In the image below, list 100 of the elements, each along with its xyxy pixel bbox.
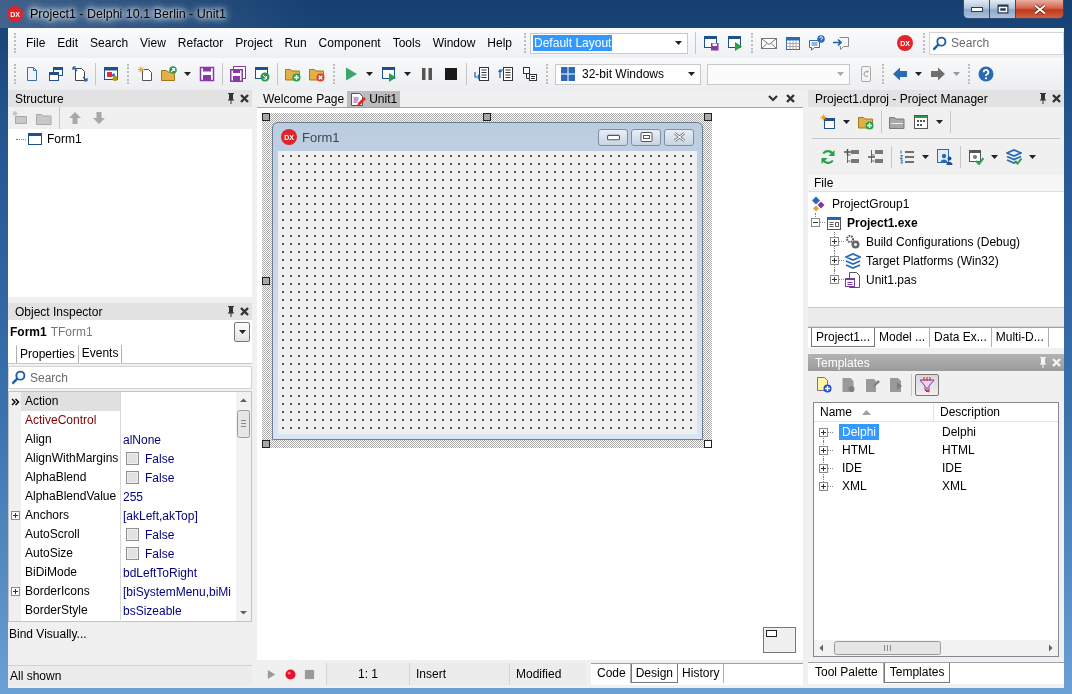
circular-arrows-icon[interactable]: [820, 148, 836, 165]
window-thumbnail-icon[interactable]: [763, 627, 796, 653]
property-name[interactable]: AutoScroll: [21, 525, 121, 544]
minimize-button[interactable]: [598, 128, 628, 146]
template-name[interactable]: XML: [839, 478, 870, 494]
expand-icon[interactable]: [10, 587, 20, 596]
checkbox[interactable]: [126, 452, 139, 465]
property-value[interactable]: alNone: [123, 432, 162, 447]
property-name[interactable]: AutoSize: [21, 544, 121, 563]
tab[interactable]: Tool Palette: [810, 663, 884, 683]
caret-icon[interactable]: [184, 72, 191, 76]
menu-item[interactable]: Tools: [386, 33, 427, 53]
tab[interactable]: Model ...: [875, 328, 931, 347]
pin-icon[interactable]: [227, 93, 235, 104]
tree-item[interactable]: Target Platforms (Win32): [866, 253, 999, 268]
caret-icon[interactable]: [936, 119, 943, 124]
maximize-button[interactable]: [631, 128, 661, 146]
property-value[interactable]: False: [145, 527, 175, 542]
left-arrow-icon[interactable]: [892, 66, 908, 82]
search-field[interactable]: Search: [929, 31, 1064, 55]
collapse-icon[interactable]: [811, 218, 826, 227]
pause-icon[interactable]: [419, 66, 435, 82]
expand-icon[interactable]: [830, 275, 845, 284]
play-icon[interactable]: [343, 66, 359, 82]
selection-handle-icon[interactable]: [262, 277, 270, 285]
template-name[interactable]: IDE: [839, 460, 865, 476]
checkbox[interactable]: [126, 471, 139, 484]
tree-item[interactable]: ProjectGroup1: [832, 196, 910, 211]
selection-handle-icon[interactable]: [483, 113, 491, 121]
floppies-icon[interactable]: [230, 66, 246, 82]
column-header[interactable]: File: [808, 175, 1064, 192]
property-name[interactable]: BiDiMode: [21, 563, 121, 582]
caret-icon[interactable]: [688, 72, 695, 76]
window-check-icon[interactable]: [968, 148, 984, 165]
mail-icon[interactable]: [761, 35, 778, 51]
tree-item[interactable]: Unit1.pas: [866, 272, 917, 287]
expand-icon[interactable]: [830, 237, 845, 246]
folder-plus-icon[interactable]: [285, 66, 301, 82]
windows-icon[interactable]: [48, 66, 64, 82]
user-card-icon[interactable]: [937, 148, 953, 165]
filter-button[interactable]: [915, 373, 939, 396]
expand-icon[interactable]: [819, 463, 834, 473]
calendar-icon[interactable]: [785, 35, 802, 51]
right-arrow-icon[interactable]: [930, 66, 946, 82]
tab[interactable]: Welcome Page: [260, 90, 348, 107]
property-name[interactable]: AlignWithMargins: [21, 449, 121, 468]
chat-question-icon[interactable]: [809, 35, 826, 51]
caret-icon[interactable]: [366, 72, 373, 76]
stop-icon[interactable]: [443, 66, 459, 82]
property-value[interactable]: bsSizeable: [123, 603, 182, 618]
tab[interactable]: Events: [78, 345, 123, 363]
search-field[interactable]: Search: [8, 366, 252, 389]
page-minus-icon[interactable]: [840, 376, 856, 393]
menu-item[interactable]: Help: [481, 33, 519, 53]
window-play-icon[interactable]: [727, 35, 744, 51]
checkbox[interactable]: [126, 547, 139, 560]
property-value[interactable]: 255: [123, 489, 144, 504]
menu-item[interactable]: Window: [426, 33, 482, 53]
caret-icon[interactable]: [991, 154, 998, 159]
page-icon[interactable]: [24, 66, 40, 82]
page-arrows-icon[interactable]: [72, 66, 88, 82]
list-arrow-up-icon[interactable]: [498, 66, 514, 82]
property-value[interactable]: [akLeft,akTop]: [123, 508, 198, 523]
property-name[interactable]: Action: [21, 392, 121, 411]
column-header[interactable]: Name: [814, 403, 934, 421]
tab[interactable]: Templates: [883, 663, 951, 683]
layers-check-icon[interactable]: [1006, 148, 1022, 165]
menu-item[interactable]: Run: [278, 33, 313, 53]
horizontal-scrollbar[interactable]: [814, 640, 1058, 656]
tree-item[interactable]: Project1.exe: [847, 215, 918, 230]
pin-icon[interactable]: [227, 306, 235, 317]
object-selector[interactable]: Form1 TForm1: [8, 320, 252, 344]
numbered-list-icon[interactable]: [899, 148, 915, 165]
menu-item[interactable]: File: [20, 33, 52, 53]
template-name[interactable]: HTML: [839, 442, 878, 458]
property-value[interactable]: [biSystemMenu,biMi: [123, 584, 232, 599]
property-name[interactable]: ActiveControl: [21, 411, 121, 430]
selection-handle-icon[interactable]: [262, 440, 270, 448]
property-name[interactable]: AlphaBlend: [21, 468, 121, 487]
selection-handle-icon[interactable]: [704, 440, 712, 448]
property-name[interactable]: AlphaBlendValue: [21, 487, 121, 506]
expand-icon[interactable]: [819, 481, 834, 491]
caret-icon[interactable]: [404, 72, 411, 76]
vertical-scrollbar[interactable]: [236, 392, 251, 621]
property-name[interactable]: BorderIcons: [21, 582, 121, 601]
window-play-icon[interactable]: [381, 66, 397, 82]
close-icon[interactable]: [786, 94, 795, 103]
tab[interactable]: Properties: [16, 345, 79, 363]
expand-icon[interactable]: [819, 427, 834, 437]
menu-item[interactable]: Search: [84, 33, 135, 53]
help-icon[interactable]: [978, 66, 994, 82]
folder-arrow-icon[interactable]: [161, 66, 177, 82]
tab[interactable]: Design: [630, 664, 679, 683]
tab[interactable]: Data Ex...: [930, 328, 992, 347]
page-sparkle-icon[interactable]: [137, 66, 153, 82]
tab[interactable]: Multi-D...: [991, 328, 1049, 347]
tree-minus-icon[interactable]: [868, 148, 884, 165]
tree-item[interactable]: Build Configurations (Debug): [866, 234, 1021, 249]
tree-item[interactable]: Form1: [47, 132, 82, 146]
form-shapes-icon[interactable]: [103, 66, 119, 82]
